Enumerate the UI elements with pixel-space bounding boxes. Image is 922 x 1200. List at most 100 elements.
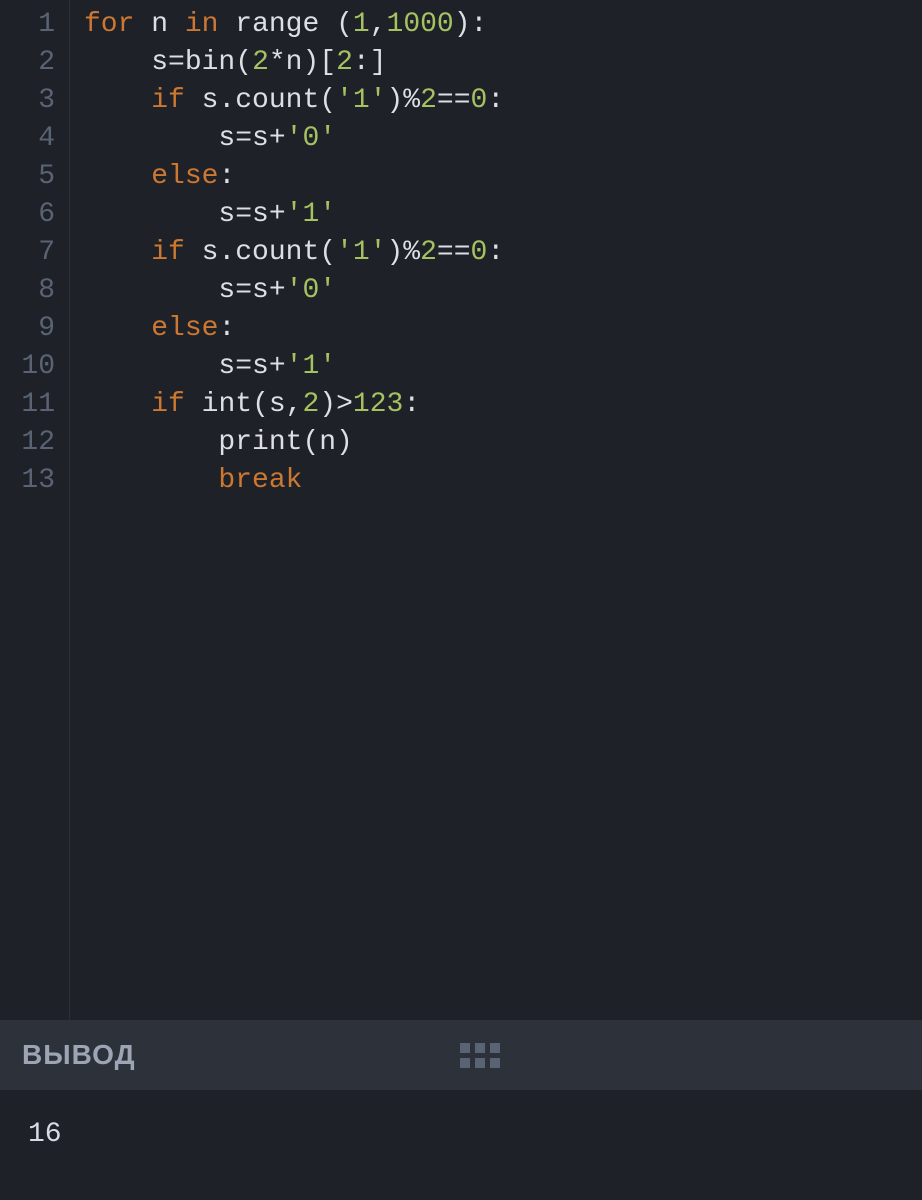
code-line[interactable]: if s.count('1')%2==0: <box>84 234 922 272</box>
line-number: 12 <box>0 424 69 462</box>
code-token: 123 <box>353 389 403 420</box>
code-token: s=s+ <box>84 275 286 306</box>
code-token: '1' <box>286 351 336 382</box>
line-number: 4 <box>0 120 69 158</box>
code-token: n <box>134 9 184 40</box>
code-line[interactable]: break <box>84 462 922 500</box>
line-number: 8 <box>0 272 69 310</box>
code-token: 0 <box>471 85 488 116</box>
output-text: 16 <box>28 1119 62 1150</box>
code-token: 2 <box>336 47 353 78</box>
code-line[interactable]: s=s+'0' <box>84 272 922 310</box>
code-token: '0' <box>286 123 336 154</box>
code-line[interactable]: print(n) <box>84 424 922 462</box>
code-token: ( <box>235 47 252 78</box>
code-token: , <box>370 9 387 40</box>
drag-handle-icon[interactable] <box>460 1043 500 1068</box>
code-token: : <box>218 161 235 192</box>
code-token: 2 <box>302 389 319 420</box>
code-token: count <box>235 237 319 268</box>
code-line[interactable]: s=s+'0' <box>84 120 922 158</box>
line-number: 13 <box>0 462 69 500</box>
line-number: 5 <box>0 158 69 196</box>
code-line[interactable]: else: <box>84 310 922 348</box>
code-token: 2 <box>420 85 437 116</box>
code-token: for <box>84 9 134 40</box>
code-line[interactable]: s=s+'1' <box>84 348 922 386</box>
code-token: print <box>218 427 302 458</box>
code-token: s=s+ <box>84 199 286 230</box>
code-token: if <box>151 389 185 420</box>
output-panel-header[interactable]: ВЫВОД <box>0 1020 922 1090</box>
code-token <box>218 9 235 40</box>
code-token <box>84 389 151 420</box>
code-token: int <box>202 389 252 420</box>
code-token: ): <box>454 9 488 40</box>
line-number: 7 <box>0 234 69 272</box>
code-token: if <box>151 85 185 116</box>
code-token: '1' <box>336 85 386 116</box>
code-token: ( <box>319 85 336 116</box>
code-line[interactable]: if s.count('1')%2==0: <box>84 82 922 120</box>
code-token: range <box>235 9 319 40</box>
code-token: 1 <box>353 9 370 40</box>
code-token: count <box>235 85 319 116</box>
code-token: 1000 <box>387 9 454 40</box>
code-token: )% <box>387 237 421 268</box>
output-panel-body: 16 <box>0 1090 922 1200</box>
code-token: ( <box>319 9 353 40</box>
code-token <box>84 237 151 268</box>
code-token: (n) <box>302 427 352 458</box>
code-token: 0 <box>471 237 488 268</box>
code-token: : <box>218 313 235 344</box>
code-token: == <box>437 85 471 116</box>
code-token: == <box>437 237 471 268</box>
code-token: if <box>151 237 185 268</box>
line-number: 1 <box>0 6 69 44</box>
code-line[interactable]: for n in range (1,1000): <box>84 6 922 44</box>
code-token: ( <box>319 237 336 268</box>
code-token: (s, <box>252 389 302 420</box>
code-token: '1' <box>336 237 386 268</box>
code-token: : <box>487 237 504 268</box>
code-token: )% <box>387 85 421 116</box>
line-number: 2 <box>0 44 69 82</box>
code-area[interactable]: for n in range (1,1000): s=bin(2*n)[2:] … <box>70 0 922 1020</box>
code-token: bin <box>185 47 235 78</box>
code-token <box>84 85 151 116</box>
code-editor[interactable]: 12345678910111213 for n in range (1,1000… <box>0 0 922 1020</box>
code-token: s. <box>185 85 235 116</box>
line-number-gutter: 12345678910111213 <box>0 0 70 1020</box>
output-panel-title: ВЫВОД <box>22 1039 136 1071</box>
code-token: else <box>151 161 218 192</box>
line-number: 10 <box>0 348 69 386</box>
code-token: in <box>185 9 219 40</box>
line-number: 6 <box>0 196 69 234</box>
code-line[interactable]: s=bin(2*n)[2:] <box>84 44 922 82</box>
code-token: break <box>218 465 302 496</box>
code-token <box>84 427 218 458</box>
code-token: else <box>151 313 218 344</box>
code-token: '0' <box>286 275 336 306</box>
code-token: : <box>403 389 420 420</box>
code-token: *n)[ <box>269 47 336 78</box>
code-line[interactable]: if int(s,2)>123: <box>84 386 922 424</box>
code-token <box>84 161 151 192</box>
code-token: s= <box>84 47 185 78</box>
code-token <box>84 313 151 344</box>
code-token: :] <box>353 47 387 78</box>
code-line[interactable]: else: <box>84 158 922 196</box>
code-token: 2 <box>252 47 269 78</box>
code-token <box>185 389 202 420</box>
code-token: 2 <box>420 237 437 268</box>
code-token: s. <box>185 237 235 268</box>
code-token: '1' <box>286 199 336 230</box>
line-number: 11 <box>0 386 69 424</box>
code-token: : <box>487 85 504 116</box>
code-token: )> <box>319 389 353 420</box>
code-line[interactable]: s=s+'1' <box>84 196 922 234</box>
line-number: 3 <box>0 82 69 120</box>
code-token <box>84 465 218 496</box>
code-token: s=s+ <box>84 123 286 154</box>
code-token: s=s+ <box>84 351 286 382</box>
